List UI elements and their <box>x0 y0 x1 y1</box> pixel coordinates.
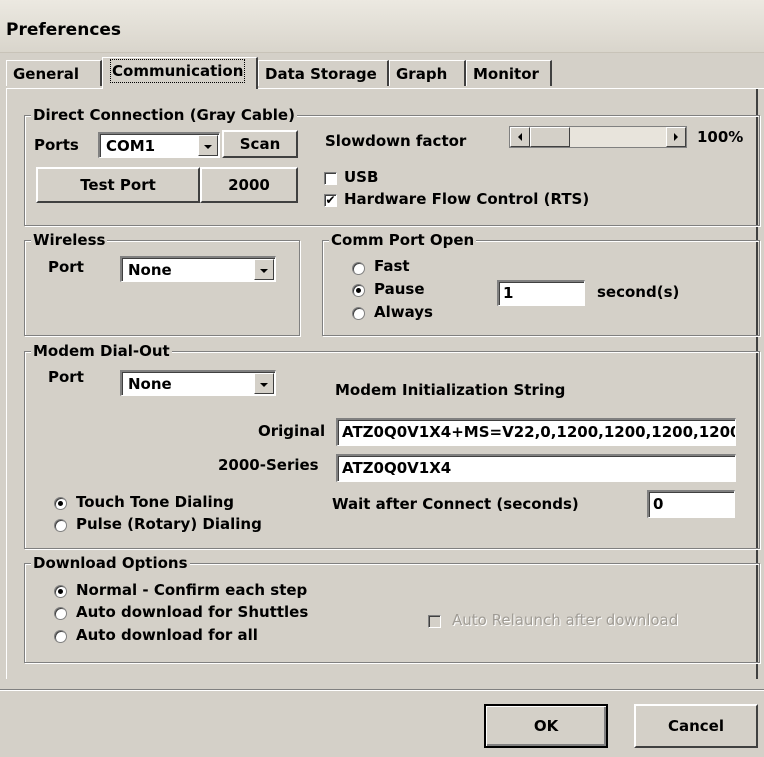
ports-select-value: COM1 <box>106 137 156 155</box>
series-2000-label: 2000-Series <box>218 456 319 474</box>
tab-general-label: General <box>13 65 79 83</box>
chevron-down-icon[interactable] <box>198 135 218 156</box>
tab-communication-label: Communication <box>109 58 246 84</box>
original-label: Original <box>258 422 326 440</box>
chevron-right-icon <box>674 133 678 141</box>
chevron-down-icon[interactable] <box>254 259 274 280</box>
usb-label: USB <box>344 168 379 186</box>
modem-port-label: Port <box>48 368 84 386</box>
fast-label: Fast <box>374 257 410 275</box>
pause-label: Pause <box>374 280 425 298</box>
auto-shuttles-label: Auto download for Shuttles <box>76 603 309 621</box>
download-options-title: Download Options <box>31 554 190 572</box>
checkmark-icon: ✔ <box>325 193 336 207</box>
radio-touch-tone[interactable] <box>54 497 67 510</box>
wireless-title: Wireless <box>31 231 108 249</box>
slowdown-thumb[interactable] <box>530 127 570 147</box>
auto-relaunch-label: Auto Relaunch after download <box>452 611 679 629</box>
hw-flow-label: Hardware Flow Control (RTS) <box>344 190 590 208</box>
ports-select[interactable]: COM1 <box>98 132 220 158</box>
wireless-port-label: Port <box>48 258 84 276</box>
pulse-label: Pulse (Rotary) Dialing <box>76 515 262 533</box>
tab-data-storage-label: Data Storage <box>265 65 377 83</box>
wait-after-connect-input[interactable]: 0 <box>647 490 735 518</box>
tab-graph-label: Graph <box>396 65 448 83</box>
direct-connection-title: Direct Connection (Gray Cable) <box>31 106 297 124</box>
comm-port-open-title: Comm Port Open <box>329 231 477 249</box>
radio-pulse[interactable] <box>54 519 67 532</box>
scroll-right-button[interactable] <box>666 127 686 147</box>
hw-flow-checkbox[interactable]: ✔ <box>324 194 337 207</box>
always-label: Always <box>374 303 433 321</box>
title-bar: Preferences <box>0 0 764 53</box>
wait-after-connect-label: Wait after Connect (seconds) <box>332 495 579 513</box>
test-port-button[interactable]: Test Port <box>36 167 200 203</box>
tab-graph[interactable]: Graph <box>389 60 466 86</box>
pause-seconds-input[interactable]: 1 <box>497 280 585 306</box>
modem-title: Modem Dial-Out <box>31 342 172 360</box>
auto-all-label: Auto download for all <box>76 626 258 644</box>
slowdown-value: 100% <box>697 128 744 146</box>
seconds-label: second(s) <box>597 283 680 301</box>
scroll-left-button[interactable] <box>510 127 530 147</box>
chevron-down-icon[interactable] <box>254 373 274 394</box>
ports-label: Ports <box>34 136 79 154</box>
original-init-string-input[interactable]: ATZ0Q0V1X4+MS=V22,0,1200,1200,1200,1200 <box>336 418 736 446</box>
modem-port-select[interactable]: None <box>120 370 276 396</box>
auto-relaunch-checkbox[interactable] <box>428 615 441 628</box>
preferences-window: Preferences General Communication Data S… <box>0 0 764 757</box>
wireless-group: Wireless <box>24 231 300 336</box>
tab-monitor[interactable]: Monitor <box>466 60 552 86</box>
modem-port-value: None <box>128 375 172 393</box>
tab-general[interactable]: General <box>6 60 102 86</box>
ok-button[interactable]: OK <box>484 704 608 748</box>
footer-divider-highlight <box>0 690 764 691</box>
tab-monitor-label: Monitor <box>473 65 539 83</box>
chevron-left-icon <box>518 133 522 141</box>
usb-checkbox[interactable] <box>324 172 337 185</box>
tab-communication[interactable]: Communication <box>102 57 258 89</box>
window-title: Preferences <box>6 20 122 40</box>
modem-init-string-label: Modem Initialization String <box>335 381 566 399</box>
radio-fast[interactable] <box>352 262 365 275</box>
cancel-button[interactable]: Cancel <box>634 704 758 748</box>
slowdown-factor-label: Slowdown factor <box>325 132 467 150</box>
normal-confirm-label: Normal - Confirm each step <box>76 581 308 599</box>
series-2000-init-string-input[interactable]: ATZ0Q0V1X4 <box>336 454 736 482</box>
radio-pause[interactable] <box>352 284 365 297</box>
radio-auto-all[interactable] <box>54 630 67 643</box>
touch-tone-label: Touch Tone Dialing <box>76 493 235 511</box>
radio-normal-confirm[interactable] <box>54 585 67 598</box>
wireless-port-select[interactable]: None <box>120 256 276 282</box>
wireless-port-value: None <box>128 261 172 279</box>
baud-2000-button[interactable]: 2000 <box>200 167 298 203</box>
radio-always[interactable] <box>352 307 365 320</box>
tab-data-storage[interactable]: Data Storage <box>258 60 389 86</box>
slowdown-scrollbar[interactable] <box>509 126 687 148</box>
radio-auto-shuttles[interactable] <box>54 607 67 620</box>
scan-button[interactable]: Scan <box>222 130 298 158</box>
